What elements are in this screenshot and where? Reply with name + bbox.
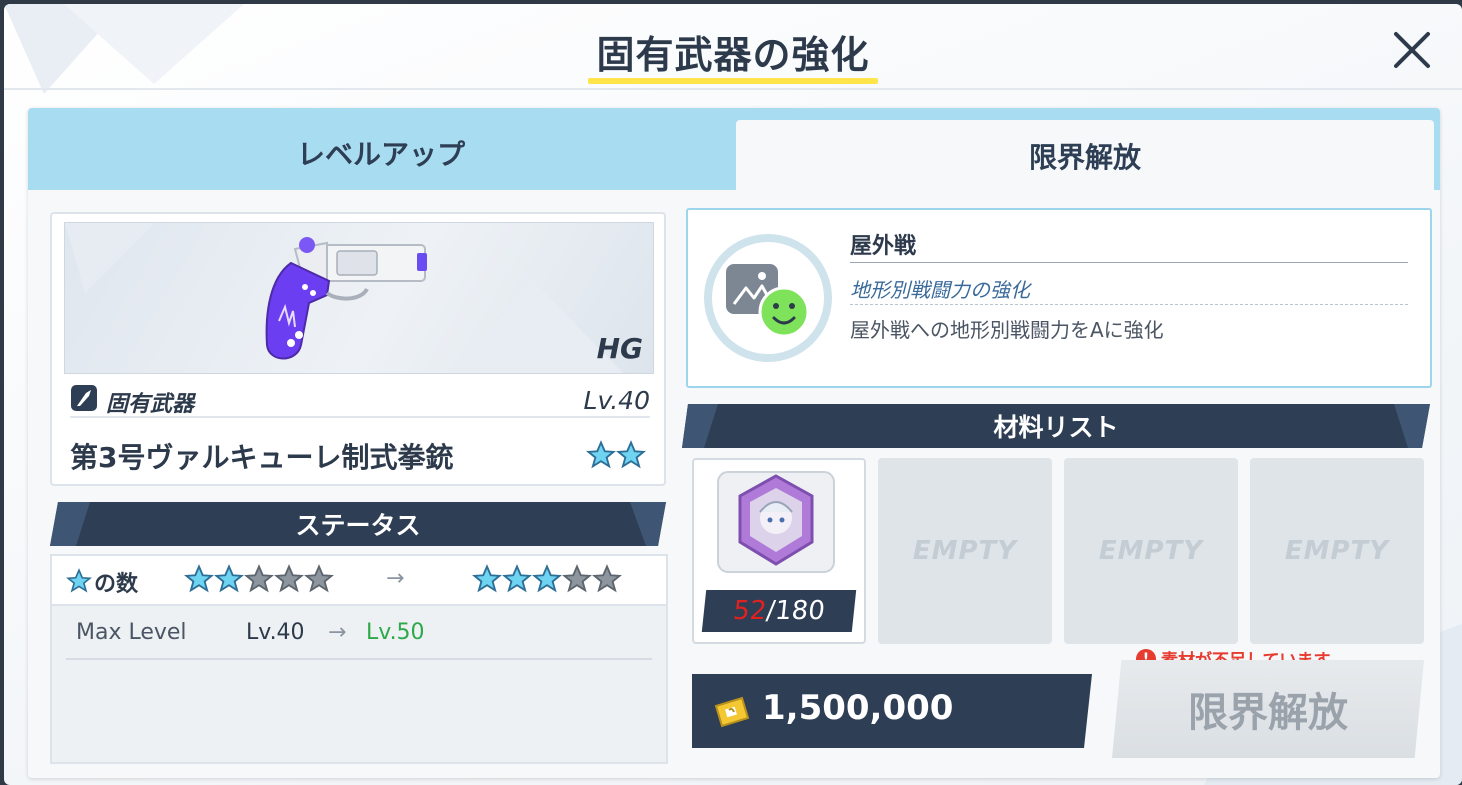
star-empty-icon: [274, 564, 304, 593]
close-button[interactable]: [1390, 28, 1434, 72]
material-need: /180: [764, 596, 827, 626]
weapon-image: HG: [64, 222, 654, 374]
skill-icon: [704, 234, 832, 362]
star-count-row: の数 →: [52, 556, 666, 606]
weapon-class: HG: [596, 332, 643, 365]
weapon-star-rating: [586, 440, 646, 470]
cost-display: 1,500,000: [692, 674, 1092, 748]
header-separator: [4, 88, 1462, 90]
unique-weapon-icon: [71, 385, 97, 411]
star-filled-icon: [472, 564, 502, 593]
materials-header: 材料リスト: [682, 404, 1430, 448]
outdoor-terrain-icon: [726, 264, 810, 338]
material-slot-2: EMPTY: [878, 458, 1052, 644]
tab-level-up[interactable]: レベルアップ: [28, 108, 734, 190]
star-filled-icon: [616, 440, 646, 469]
max-level-current: Lv.40: [246, 620, 305, 645]
max-level-label: Max Level: [76, 620, 187, 645]
cost-value: 1,500,000: [762, 688, 954, 728]
stars-current: [184, 564, 334, 594]
limit-break-button[interactable]: 限界解放: [1112, 660, 1424, 758]
weapon-card: HG 固有武器 Lv.40 第3号ヴァルキューレ制式拳銃: [50, 212, 666, 486]
status-box: の数 → Max Level Lv.40 → Lv.50: [50, 554, 668, 764]
stars-next: [472, 564, 622, 594]
dialog-title: 固有武器の強化: [596, 33, 870, 77]
unique-weapon-row: 固有武器 Lv.40: [70, 382, 650, 418]
status-header-label: ステータス: [295, 511, 421, 540]
star-arrow: →: [386, 566, 405, 591]
star-empty-icon: [562, 564, 592, 593]
material-slot-3: EMPTY: [1064, 458, 1238, 644]
status-header: ステータス: [50, 502, 666, 546]
star-count-label: の数: [94, 572, 139, 597]
main-panel: レベルアップ 限界解放 HG 固有武器 Lv.40 第3号ヴァルキューレ制式拳銃…: [28, 108, 1440, 778]
title-underline: [588, 78, 878, 84]
skill-card: 屋外戦 地形別戦闘力の強化 屋外戦への地形別戦闘力をAに強化: [686, 208, 1432, 388]
empty-label: EMPTY: [912, 536, 1018, 566]
star-filled-icon: [214, 564, 244, 593]
star-filled-icon: [532, 564, 562, 593]
star-empty-icon: [592, 564, 622, 593]
student-eleph-icon: [717, 471, 835, 573]
material-have: 52: [731, 596, 768, 626]
star-icon: [66, 568, 92, 593]
materials-header-label: 材料リスト: [993, 413, 1119, 442]
tab-level-up-label: レベルアップ: [296, 138, 465, 171]
max-level-arrow: →: [328, 620, 347, 645]
tab-limit-break-label: 限界解放: [1028, 141, 1141, 174]
material-count: 52/180: [701, 590, 857, 632]
weapon-name: 第3号ヴァルキューレ制式拳銃: [70, 441, 454, 474]
skill-divider: [850, 262, 1408, 263]
weapon-level: Lv.40: [583, 386, 650, 415]
star-empty-icon: [244, 564, 274, 593]
star-filled-icon: [184, 564, 214, 593]
revolver-icon: [65, 223, 624, 373]
star-filled-icon: [502, 564, 532, 593]
star-filled-icon: [586, 440, 616, 469]
max-level-next: Lv.50: [366, 620, 425, 645]
close-icon: [1394, 32, 1430, 68]
skill-type: 地形別戦闘力の強化: [850, 278, 1030, 302]
enhance-dialog: 固有武器の強化 レベルアップ 限界解放 HG 固有武器 Lv.40 第3号ヴァル…: [4, 4, 1462, 785]
skill-description: 屋外戦への地形別戦闘力をAに強化: [850, 318, 1164, 342]
empty-label: EMPTY: [1284, 536, 1390, 566]
material-slot-1[interactable]: 52/180: [692, 458, 866, 644]
unique-weapon-label: 固有武器: [106, 392, 195, 417]
material-slot-4: EMPTY: [1250, 458, 1424, 644]
tab-limit-break[interactable]: 限界解放: [736, 120, 1434, 192]
star-empty-icon: [304, 564, 334, 593]
skill-divider-dashed: [850, 304, 1408, 305]
skill-name: 屋外戦: [850, 234, 917, 259]
max-level-row: Max Level Lv.40 → Lv.50: [66, 608, 652, 660]
credit-icon: [714, 696, 750, 728]
empty-label: EMPTY: [1098, 536, 1204, 566]
limit-break-button-label: 限界解放: [1188, 690, 1348, 736]
